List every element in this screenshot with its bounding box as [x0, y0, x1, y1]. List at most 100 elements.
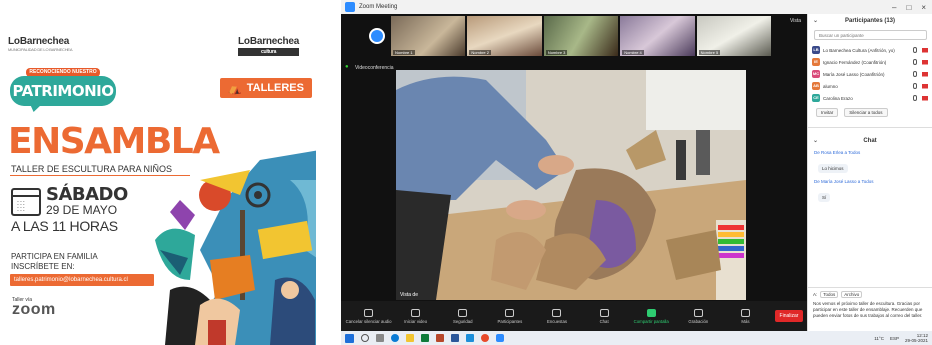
- search-icon[interactable]: [361, 334, 369, 342]
- participant-name: Lo Barnechea Cultura (Anfitrión, yo): [823, 47, 895, 53]
- participant-name: Carolina Erazo: [823, 95, 853, 101]
- toolbar-label: Encuestas: [546, 318, 568, 324]
- participant-row[interactable]: AB alumno: [808, 80, 932, 92]
- mic-icon[interactable]: [913, 47, 917, 53]
- chat-recipient-select[interactable]: Todos: [820, 291, 839, 298]
- participa-line-1: PARTICIPA EN FAMILIA: [11, 252, 98, 261]
- zoom-window: Zoom Meeting – □ × Nombre 1 Nombre 2 Nom…: [341, 0, 932, 345]
- mic-icon[interactable]: [913, 71, 917, 77]
- minimize-button[interactable]: –: [892, 3, 896, 12]
- chat-file-button[interactable]: Archivo: [841, 291, 863, 298]
- toolbar-label: Grabación: [688, 318, 709, 324]
- toolbar-video[interactable]: Iniciar video: [392, 308, 439, 324]
- participant-row[interactable]: MC María José Lasso (Coanfitrión): [808, 68, 932, 80]
- chat-message-input[interactable]: Nos vemos el próximo taller de escultura…: [813, 301, 927, 319]
- invite-button[interactable]: Invitar: [816, 108, 839, 117]
- toolbar-label: Participantes: [497, 318, 523, 324]
- thumbnail[interactable]: Nombre 5: [696, 16, 772, 56]
- language-indicator[interactable]: ESP: [890, 336, 899, 341]
- powerpoint-icon[interactable]: [436, 334, 444, 342]
- video-off-icon[interactable]: [922, 71, 928, 77]
- poll-icon: [552, 308, 562, 317]
- poster-time: A LAS 11 HORAS: [11, 218, 118, 234]
- video-off-icon[interactable]: [922, 83, 928, 89]
- thumbnail[interactable]: Nombre 3: [543, 16, 619, 56]
- panel-divider: [808, 127, 932, 128]
- toolbar-chat[interactable]: Chat: [581, 308, 628, 324]
- brand-right-tag: cultura: [238, 48, 300, 56]
- chat-header: ⌄ Chat: [808, 134, 932, 148]
- close-button[interactable]: ×: [921, 3, 926, 12]
- toolbar-record[interactable]: Grabación: [675, 308, 722, 324]
- toolbar-polls[interactable]: Encuestas: [533, 308, 580, 324]
- toolbar-label: Cancelar silenciar audio: [345, 318, 392, 324]
- more-icon: [740, 308, 750, 317]
- talleres-text: TALLERES: [246, 82, 304, 94]
- avatar: CE: [812, 94, 820, 102]
- toolbar-unmute[interactable]: Cancelar silenciar audio: [345, 308, 392, 324]
- chat-message-text: Sí: [818, 193, 831, 202]
- shield-icon: ●: [345, 64, 349, 70]
- chat-message-text: Lo hicimos: [818, 164, 848, 173]
- chrome-icon[interactable]: [481, 334, 489, 342]
- collapse-icon[interactable]: ⌄: [813, 137, 818, 144]
- folder-icon[interactable]: [406, 334, 414, 342]
- video-off-icon[interactable]: [922, 47, 928, 53]
- mic-icon[interactable]: [913, 59, 917, 65]
- toolbar-security[interactable]: Seguridad: [439, 308, 486, 324]
- speaker-name: Vista de: [400, 292, 418, 298]
- toolbar-label: Iniciar video: [404, 318, 428, 324]
- toolbar-label: Seguridad: [452, 318, 473, 324]
- toolbar-label: Chat: [599, 318, 609, 324]
- word-icon[interactable]: [451, 334, 459, 342]
- participant-name: María José Lasso (Coanfitrión): [823, 71, 885, 77]
- participant-search-input[interactable]: [814, 30, 927, 40]
- collapse-icon[interactable]: ⌄: [813, 17, 818, 24]
- thumbnail[interactable]: Nombre 2: [467, 16, 542, 56]
- mute-all-button[interactable]: Silenciar a todos: [844, 108, 888, 117]
- poster-day: SÁBADO: [46, 184, 128, 205]
- participant-row[interactable]: CE Carolina Erazo: [808, 92, 932, 104]
- chat-compose-area: A: Todos Archivo Nos vemos el próximo ta…: [808, 287, 932, 331]
- toolbar-participants[interactable]: Participantes: [486, 308, 533, 324]
- participant-row[interactable]: LB Lo Barnechea Cultura (Anfitrión, yo): [808, 44, 932, 56]
- outlook-icon[interactable]: [466, 334, 474, 342]
- sculpture-illustration: [155, 150, 316, 345]
- excel-icon[interactable]: [421, 334, 429, 342]
- chat-recipient: A: Todos Archivo: [813, 291, 927, 298]
- video-area: Nombre 1 Nombre 2 Nombre 3 Nombre 4 Nomb…: [341, 14, 807, 301]
- participants-header: ⌄ Participantes (13): [808, 14, 932, 28]
- weather-text[interactable]: 11°C: [874, 336, 884, 341]
- video-off-icon[interactable]: [922, 95, 928, 101]
- start-menu-icon[interactable]: [345, 333, 354, 343]
- patrimonio-badge: RECONOCIENDO NUESTRO PATRIMONIO: [10, 68, 116, 114]
- avatar: IE: [812, 58, 820, 66]
- mic-icon[interactable]: [913, 83, 917, 89]
- clock[interactable]: 12:12 29-05-2021: [905, 333, 928, 343]
- participant-row[interactable]: IE Ignacio Fernández (Coanfitrión): [808, 56, 932, 68]
- view-toggle[interactable]: Vista: [790, 18, 801, 24]
- clock-date: 29-05-2021: [904, 338, 928, 343]
- brand-left-sub: MUNICIPALIDAD DE LO BARNECHEA: [8, 47, 73, 52]
- video-off-icon[interactable]: [922, 59, 928, 65]
- end-meeting-button[interactable]: Finalizar: [774, 310, 803, 322]
- zoom-logo: zoom: [12, 301, 56, 318]
- participant-name: Ignacio Fernández (Coanfitrión): [823, 59, 887, 65]
- task-view-icon[interactable]: [376, 334, 384, 342]
- system-tray: 11°C ESP 12:12 29-05-2021: [874, 333, 928, 343]
- toolbar-more[interactable]: Más: [722, 308, 769, 324]
- toolbar-share-screen[interactable]: Compartir pantalla: [628, 308, 675, 324]
- thumbnail-scroll-left-icon[interactable]: [369, 28, 385, 44]
- talleres-label: ⛺ TALLERES: [220, 78, 312, 98]
- thumbnail-name: Nombre 5: [698, 50, 721, 55]
- thumbnail[interactable]: Nombre 4: [620, 16, 695, 56]
- zoom-taskbar-icon[interactable]: [496, 334, 504, 342]
- thumbnail[interactable]: Nombre 1: [391, 16, 466, 56]
- mic-icon[interactable]: [913, 95, 917, 101]
- maximize-button[interactable]: □: [906, 3, 911, 12]
- participant-thumbnails: Nombre 1 Nombre 2 Nombre 3 Nombre 4 Nomb…: [391, 16, 772, 56]
- video-icon: [411, 308, 421, 317]
- thumbnail-name: Nombre 1: [393, 50, 415, 55]
- chat-message-sender: De Rosa Erlea a Todos: [814, 150, 861, 155]
- edge-icon[interactable]: [391, 334, 399, 342]
